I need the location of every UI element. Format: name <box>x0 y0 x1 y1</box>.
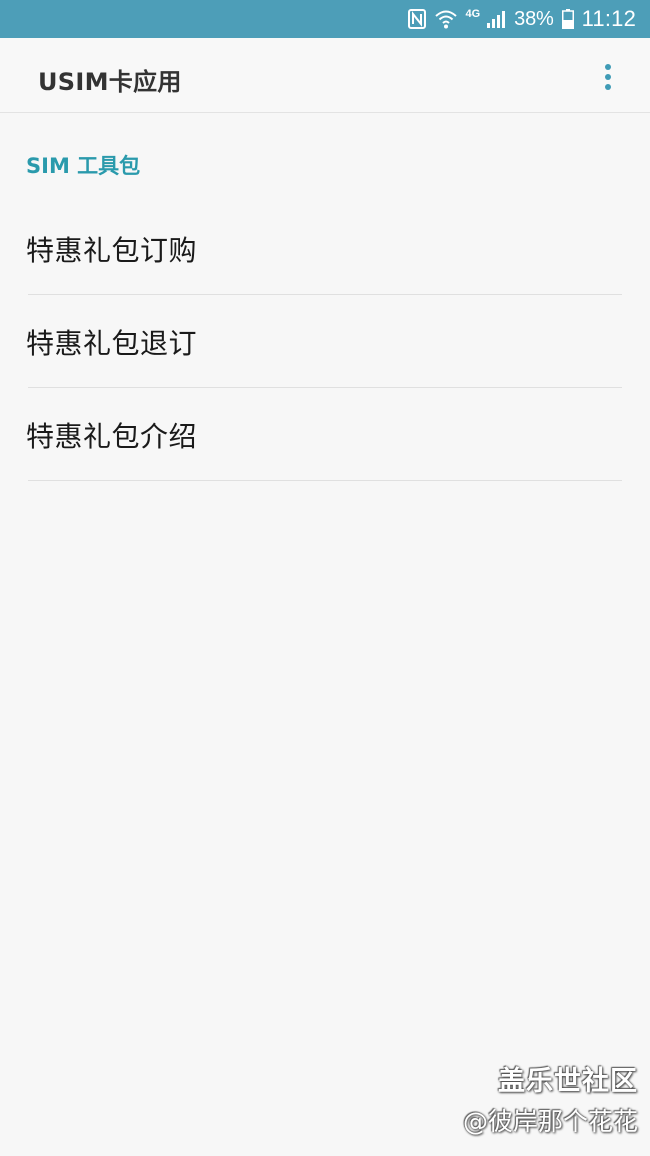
signal-icon <box>486 9 506 29</box>
clock: 11:12 <box>581 6 636 31</box>
status-bar: 4G 38% 11:12 <box>0 0 650 38</box>
battery-percentage: 38% <box>514 7 554 30</box>
more-vert-icon <box>605 64 611 70</box>
divider <box>28 480 622 481</box>
battery-icon <box>561 9 574 29</box>
page-title: USIM卡应用 <box>38 68 182 96</box>
menu-item-label: 特惠礼包退订 <box>26 327 198 360</box>
menu-item-label: 特惠礼包介绍 <box>26 420 198 453</box>
watermark-title: 盖乐世社区 <box>498 1066 638 1097</box>
wifi-icon <box>435 9 458 29</box>
menu-item-label: 特惠礼包订购 <box>26 234 198 267</box>
watermark-user: @彼岸那个花花 <box>462 1107 638 1136</box>
nfc-icon <box>407 9 427 29</box>
watermark: 盖乐世社区 @彼岸那个花花 <box>463 1063 638 1141</box>
section-header: SIM 工具包 <box>26 154 141 178</box>
network-type-label: 4G <box>465 8 481 20</box>
menu-item-package-unsubscribe[interactable]: 特惠礼包退订 <box>0 295 650 388</box>
menu-item-package-subscribe[interactable]: 特惠礼包订购 <box>0 202 650 295</box>
more-vert-icon-dot <box>605 84 611 90</box>
more-vert-icon-dot <box>605 74 611 80</box>
app-bar: USIM卡应用 <box>0 38 650 113</box>
more-options-button[interactable] <box>596 60 620 94</box>
menu-list: 特惠礼包订购 特惠礼包退订 特惠礼包介绍 <box>0 202 650 481</box>
status-icons: 4G 38% 11:12 <box>407 0 636 38</box>
menu-item-package-intro[interactable]: 特惠礼包介绍 <box>0 388 650 481</box>
